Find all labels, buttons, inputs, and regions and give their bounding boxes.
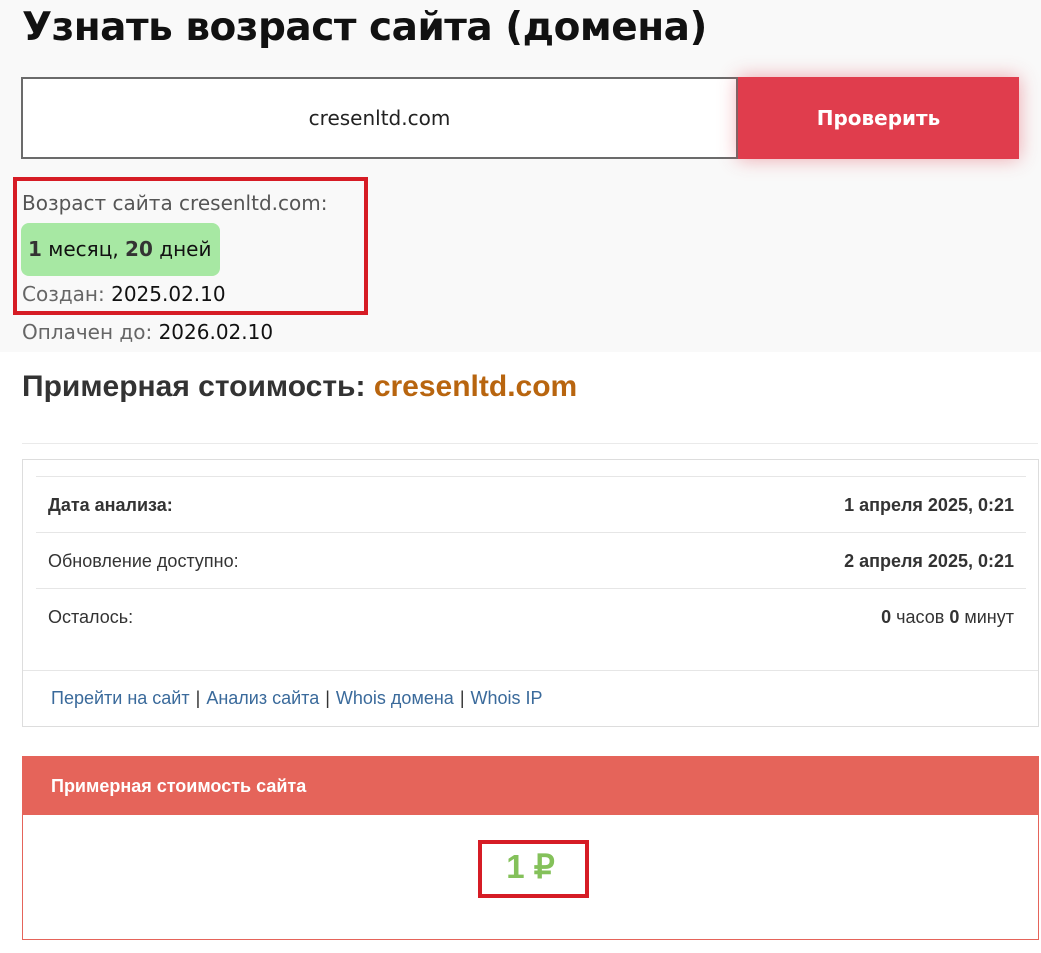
links-bar: Перейти на сайт | Анализ сайта | Whois д… xyxy=(23,670,1038,728)
site-price-header: Примерная стоимость сайта xyxy=(23,757,1038,815)
update-available-label: Обновление доступно: xyxy=(48,551,239,571)
analysis-date-label: Дата анализа: xyxy=(48,495,173,515)
age-highlight-box xyxy=(13,177,368,315)
table-row: Осталось: 0 часов 0 минут xyxy=(36,589,1026,644)
page-title: Узнать возраст сайта (домена) xyxy=(22,5,707,50)
table-row: Обновление доступно: 2 апреля 2025, 0:21 xyxy=(36,533,1026,589)
age-checker-section: Узнать возраст сайта (домена) Проверить … xyxy=(0,0,1041,352)
section-divider xyxy=(22,443,1038,444)
link-separator: | xyxy=(195,688,201,708)
remaining-value: 0 часов 0 минут xyxy=(881,607,1014,627)
table-row: Дата анализа: 1 апреля 2025, 0:21 xyxy=(36,477,1026,533)
cost-heading-domain: cresenltd.com xyxy=(373,370,578,403)
update-available-value: 2 апреля 2025, 0:21 xyxy=(844,551,1014,571)
cost-heading-label: Примерная стоимость: xyxy=(22,370,366,403)
check-button[interactable]: Проверить xyxy=(738,77,1019,159)
link-whois-ip[interactable]: Whois IP xyxy=(471,688,543,708)
domain-input[interactable] xyxy=(21,77,738,159)
link-visit-site[interactable]: Перейти на сайт xyxy=(51,688,190,708)
analysis-panel: Дата анализа: 1 апреля 2025, 0:21 Обновл… xyxy=(22,459,1039,727)
link-whois-domain[interactable]: Whois домена xyxy=(336,688,454,708)
analysis-table: Дата анализа: 1 апреля 2025, 0:21 Обновл… xyxy=(36,476,1026,644)
paid-until-label: Оплачен до: xyxy=(22,320,153,344)
price-highlight-box xyxy=(478,840,589,898)
paid-until-line: Оплачен до: 2026.02.10 xyxy=(22,320,273,344)
remaining-label: Осталось: xyxy=(48,607,134,627)
link-separator: | xyxy=(325,688,330,708)
quick-links: Перейти на сайт | Анализ сайта | Whois д… xyxy=(51,688,543,709)
estimated-cost-heading: Примерная стоимость: cresenltd.com xyxy=(22,370,577,404)
link-separator: | xyxy=(459,688,465,708)
analysis-date-value: 1 апреля 2025, 0:21 xyxy=(844,495,1014,515)
link-site-analysis[interactable]: Анализ сайта xyxy=(206,688,319,708)
paid-until-date: 2026.02.10 xyxy=(158,320,274,344)
